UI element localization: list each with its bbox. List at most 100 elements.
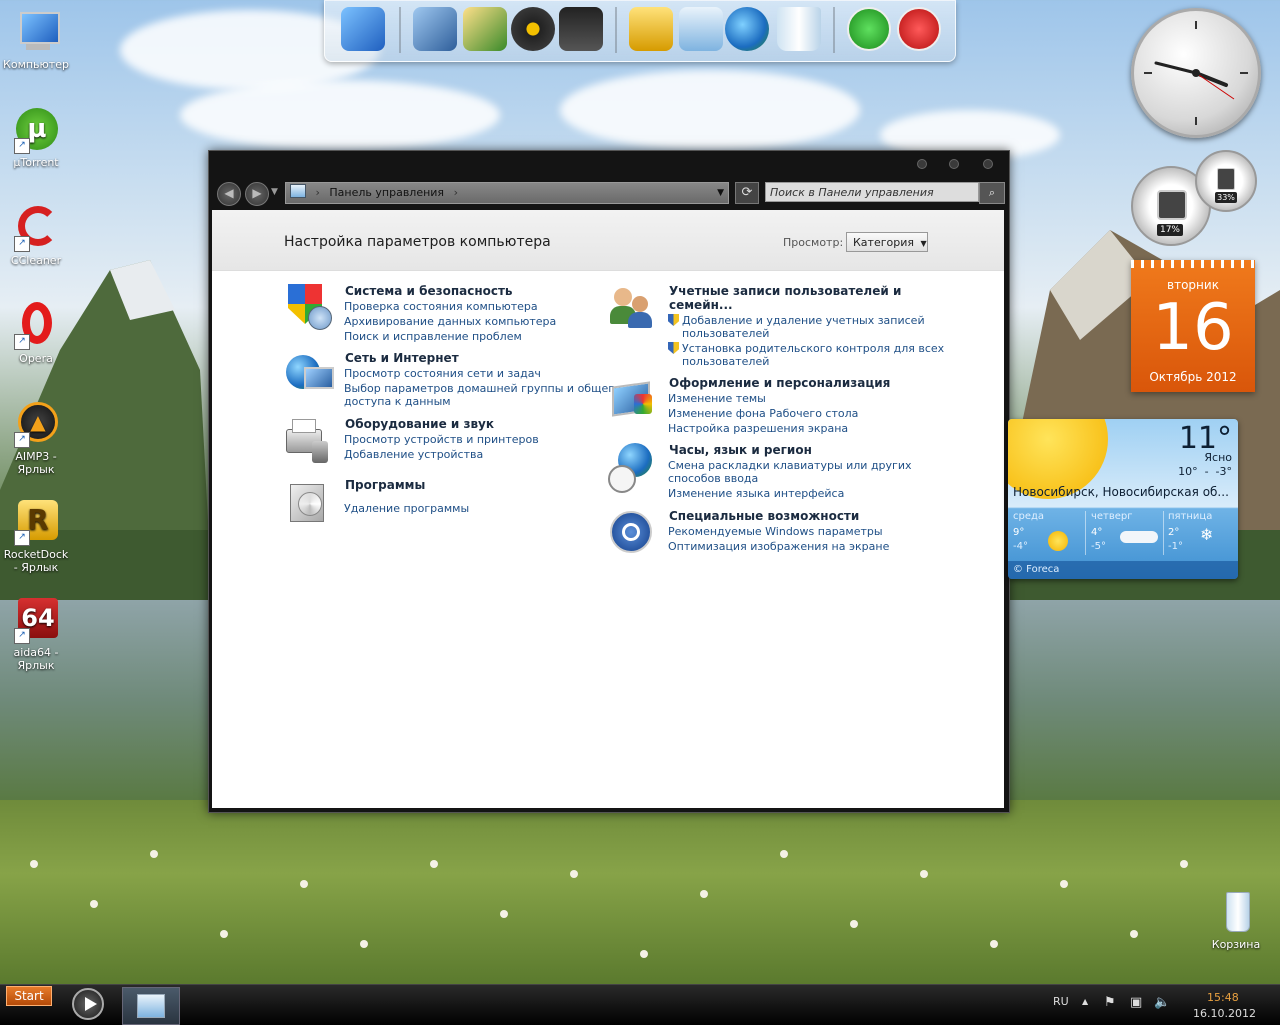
category-link[interactable]: Установка родительского контроля для все… [668,342,944,355]
minimize-button[interactable] [917,159,927,169]
history-dropdown-icon[interactable]: ▼ [271,187,278,197]
category-ease-of-access: Специальные возможности Рекомендуемые Wi… [608,509,938,559]
category-title-continued[interactable]: семейн... [669,298,733,312]
tray-time[interactable]: 15:48 [1207,991,1239,1004]
desktop-icon-aida64[interactable]: 64 ↗ aida64 - Ярлык [0,596,72,672]
ram-usage-value: 33% [1215,192,1237,203]
category-title[interactable]: Оборудование и звук [345,417,494,431]
category-link[interactable]: Добавление и удаление учетных записей [668,314,925,327]
refresh-button[interactable]: ⟳ [735,182,759,204]
category-link[interactable]: Поиск и исправление проблем [344,330,522,343]
calendar-month-year: Октябрь 2012 [1149,370,1237,384]
start-button[interactable]: Start [6,986,52,1006]
weather-source[interactable]: © Foreca [1008,561,1238,579]
close-button[interactable] [983,159,993,169]
clock-minute-hand [1154,61,1198,75]
category-title[interactable]: Специальные возможности [669,509,859,523]
category-link[interactable]: Рекомендуемые Windows параметры [668,525,883,538]
back-button[interactable]: ◀ [217,182,241,206]
recycle-bin-icon [1212,888,1260,936]
dock-network-icon[interactable] [725,7,769,51]
media-player-icon[interactable] [72,988,104,1020]
category-title[interactable]: Часы, язык и регион [669,443,812,457]
desktop-icon-ccleaner[interactable]: ↗ CCleaner [0,204,72,267]
action-center-flag-icon[interactable]: ⚑ [1104,995,1116,1010]
category-title[interactable]: Учетные записи пользователей и [669,284,901,298]
desktop-icon-computer[interactable]: Компьютер [0,8,72,71]
weather-location: Новосибирск, Новосибирская об... [1013,485,1229,499]
category-link[interactable]: Просмотр состояния сети и задач [344,367,541,380]
clock-second-hand [1195,72,1235,100]
language-indicator[interactable]: RU [1053,995,1069,1008]
tray-date[interactable]: 16.10.2012 [1193,1007,1256,1020]
category-link[interactable]: пользователей [682,327,769,340]
category-link[interactable]: Удаление программы [344,502,469,515]
category-link[interactable]: Настройка разрешения экрана [668,422,848,435]
network-globe-icon [284,351,334,399]
dock-recycle-bin-icon[interactable] [777,7,821,51]
page-title: Настройка параметров компьютера [284,234,551,250]
search-input[interactable]: Поиск в Панели управления [765,182,979,202]
dock-webcam-icon[interactable] [511,7,555,51]
dock-pictures-icon[interactable] [463,7,507,51]
breadcrumb[interactable]: Панель управления [329,186,444,199]
cpu-usage-value: 17% [1157,224,1183,236]
dock-rocketdock-icon[interactable] [629,7,673,51]
address-bar[interactable]: › Панель управления › ▼ [285,182,729,204]
dock-computer-icon[interactable] [341,7,385,51]
category-link[interactable]: Выбор параметров домашней группы и общег… [344,382,621,395]
desktop-icon-aimp3[interactable]: ▲ ↗ AIMP3 - Ярлык [0,400,72,476]
category-appearance: Оформление и персонализация Изменение те… [608,376,938,436]
category-link[interactable]: Оптимизация изображения на экране [668,540,889,553]
category-link[interactable]: Архивирование данных компьютера [344,315,556,328]
category-link[interactable]: Изменение темы [668,392,766,405]
network-icon[interactable]: ▣ [1130,995,1142,1010]
dock-documents-icon[interactable] [413,7,457,51]
category-link[interactable]: Смена раскладки клавиатуры или других [668,459,912,472]
calendar-gadget[interactable]: вторник 16 Октябрь 2012 [1131,260,1255,392]
ram-meter-gadget[interactable]: 33% [1195,150,1257,212]
clock-gadget[interactable] [1131,8,1261,138]
category-link[interactable]: способов ввода [668,472,758,485]
category-link[interactable]: Добавление устройства [344,448,483,461]
category-link[interactable]: Проверка состояния компьютера [344,300,538,313]
dock-shutdown-icon[interactable] [897,7,941,51]
forecast-high: 2° [1168,527,1180,538]
clock-globe-icon [608,443,656,493]
search-icon[interactable]: ⌕ [979,182,1005,204]
clock-face [1144,21,1248,125]
shortcut-arrow-icon: ↗ [14,530,30,546]
snow-icon: ❄ [1200,525,1214,544]
desktop-icon-utorrent[interactable]: µ ↗ µTorrent [0,106,72,169]
volume-icon[interactable]: 🔈 [1154,995,1170,1010]
category-title[interactable]: Оформление и персонализация [669,376,890,390]
view-mode-dropdown[interactable]: Категория ▼ [846,232,928,252]
desktop-icon-recycle-bin[interactable]: Корзина [1200,888,1272,951]
category-link[interactable]: пользователей [682,355,769,368]
show-hidden-icons-icon[interactable]: ▲ [1082,997,1088,1006]
desktop-icon-opera[interactable]: ↗ Opera [0,302,72,365]
category-system-security: Система и безопасность Проверка состояни… [284,284,594,350]
weather-gadget[interactable]: 11° Ясно 10° - -3° Новосибирск, Новосиби… [1008,419,1238,579]
category-link[interactable]: Изменение языка интерфейса [668,487,844,500]
forward-button[interactable]: ▶ [245,182,269,206]
category-title[interactable]: Система и безопасность [345,284,513,298]
desktop-icon-rocketdock[interactable]: R ↗ RocketDock - Ярлык [0,498,72,574]
dock-restart-icon[interactable] [847,7,891,51]
category-title[interactable]: Программы [345,478,425,492]
address-dropdown-icon[interactable]: ▼ [717,183,724,203]
maximize-button[interactable] [949,159,959,169]
category-link[interactable]: Изменение фона Рабочего стола [668,407,858,420]
shortcut-arrow-icon: ↗ [14,236,30,252]
view-mode-value: Категория [853,236,914,249]
dock-control-panel-icon[interactable] [679,7,723,51]
aida64-icon: 64 ↗ [12,596,60,644]
category-link[interactable]: Просмотр устройств и принтеров [344,433,539,446]
category-link[interactable]: доступа к данным [344,395,451,408]
shortcut-arrow-icon: ↗ [14,334,30,350]
dock-video-icon[interactable] [559,7,603,51]
users-icon [608,284,656,332]
category-title[interactable]: Сеть и Интернет [345,351,459,365]
taskbar-control-panel-button[interactable] [122,987,180,1025]
category-programs: Программы Удаление программы [284,478,594,528]
